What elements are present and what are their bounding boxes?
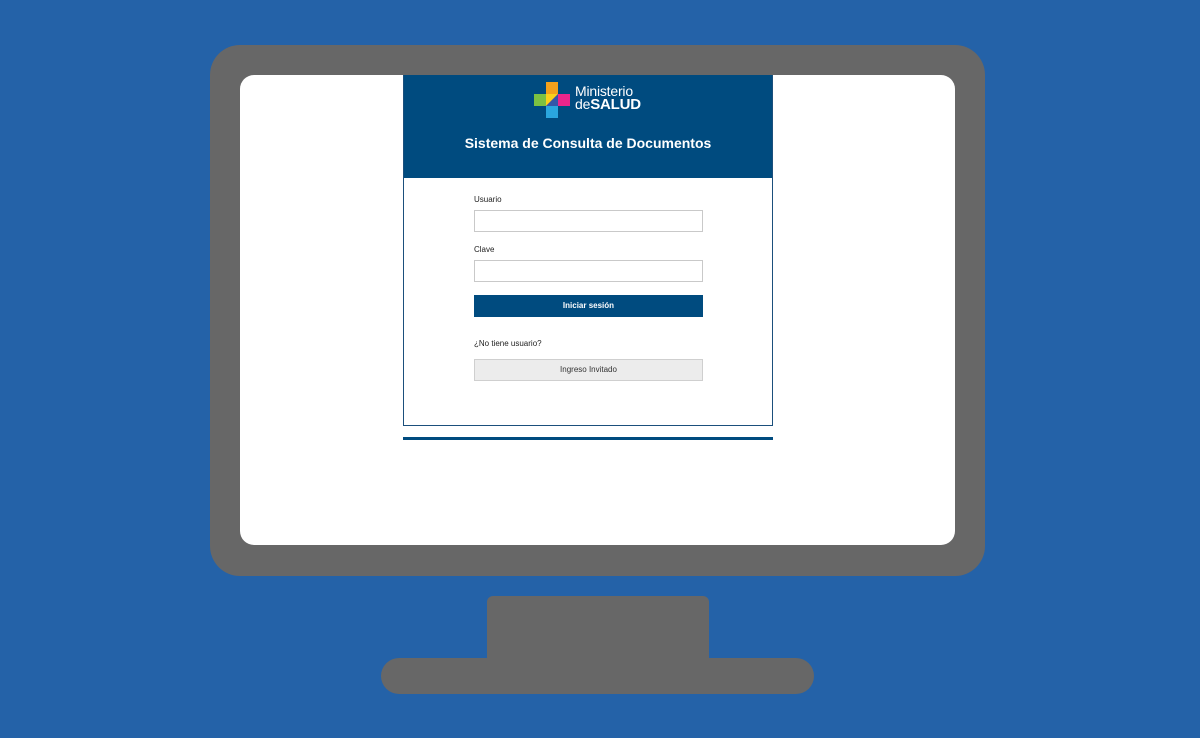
panel-header: Ministerio deSALUD Sistema de Consulta d… xyxy=(404,75,772,178)
monitor-base xyxy=(381,658,814,694)
login-panel: Ministerio deSALUD Sistema de Consulta d… xyxy=(403,75,773,426)
login-form: Usuario Clave xyxy=(474,195,703,282)
ministerio-salud-logo: Ministerio deSALUD xyxy=(534,82,654,118)
colorful-cross-icon xyxy=(534,82,570,118)
password-label: Clave xyxy=(474,245,495,254)
logo-text: Ministerio deSALUD xyxy=(575,84,641,113)
monitor-neck xyxy=(487,596,709,662)
monitor-frame: Ministerio deSALUD Sistema de Consulta d… xyxy=(210,45,985,576)
login-button[interactable]: Iniciar sesión xyxy=(474,295,703,317)
footer-divider xyxy=(403,437,773,440)
logo-line2-prefix: de xyxy=(575,96,591,112)
logo-line2: deSALUD xyxy=(575,96,641,113)
username-label: Usuario xyxy=(474,195,502,204)
username-input[interactable] xyxy=(474,210,703,232)
logo-line2-bold: SALUD xyxy=(590,96,641,113)
no-user-text: ¿No tiene usuario? xyxy=(474,339,542,348)
monitor-screen: Ministerio deSALUD Sistema de Consulta d… xyxy=(240,75,955,545)
password-input[interactable] xyxy=(474,260,703,282)
page-title: Sistema de Consulta de Documentos xyxy=(464,135,712,151)
guest-login-button[interactable]: Ingreso Invitado xyxy=(474,359,703,381)
